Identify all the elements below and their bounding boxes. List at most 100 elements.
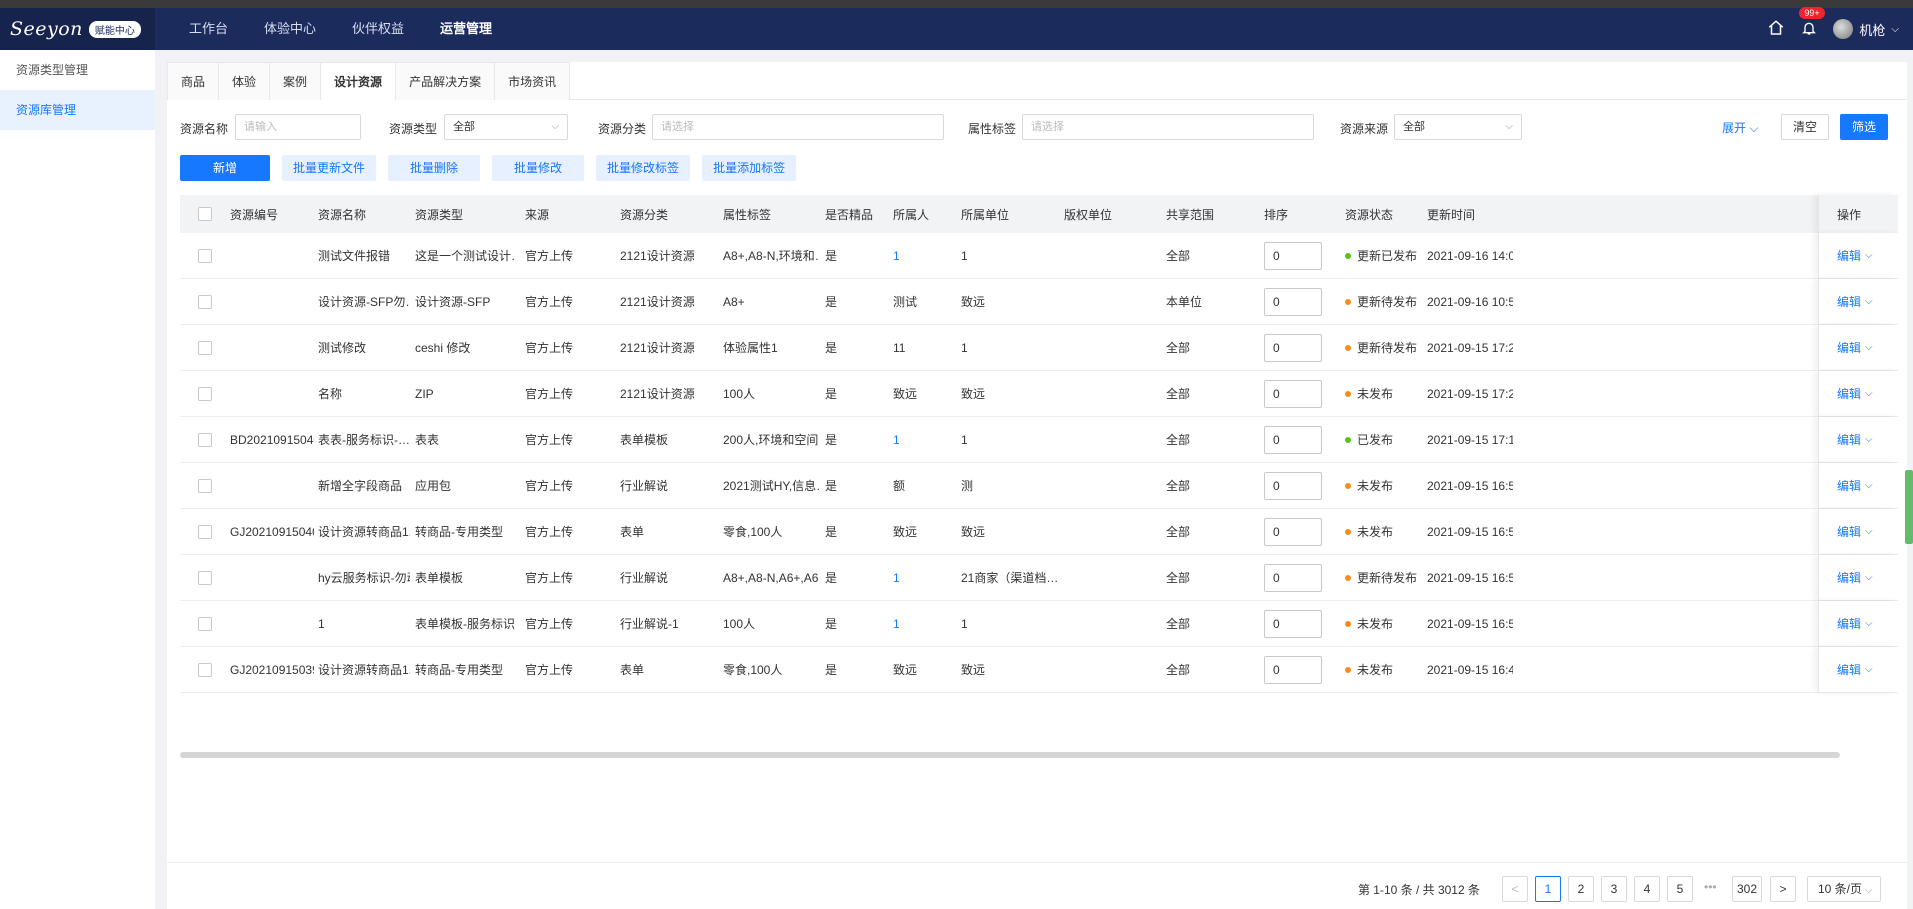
batch-delete-button[interactable]: 批量删除 bbox=[388, 155, 481, 181]
resource-source-select[interactable]: 全部 ⌵ bbox=[1394, 114, 1522, 140]
sidebar-item-resource-type[interactable]: 资源类型管理 bbox=[0, 50, 155, 90]
edit-action[interactable]: 编辑 ⌵ bbox=[1837, 555, 1873, 600]
batch-update-file-button[interactable]: 批量更新文件 bbox=[282, 155, 377, 181]
table-row[interactable]: 名称 ZIP 官方上传 2121设计资源 100人 是 致远 致远 全部 0 未发布 2021-09-… bbox=[180, 371, 1898, 417]
row-checkbox[interactable] bbox=[198, 248, 212, 263]
page-size-select[interactable]: 10 条/页 ⌵ bbox=[1807, 876, 1881, 902]
table-row[interactable]: 测试文件报错 这是一个测试设计… 官方上传 2121设计资源 A8+,A8-N,环境和…… bbox=[180, 233, 1898, 279]
user-menu[interactable]: 机枪 ⌵ bbox=[1833, 19, 1899, 39]
vertical-scrollbar[interactable] bbox=[1905, 470, 1913, 544]
chevron-down-icon[interactable]: ⌵ bbox=[1865, 480, 1873, 491]
table-row[interactable]: 测试修改 ceshi 修改 官方上传 2121设计资源 体验属性1 是 11 1 全部 0 更新待发… bbox=[180, 325, 1898, 371]
owner-link[interactable]: 1 bbox=[893, 617, 900, 631]
table-row[interactable]: 1 表单模板-服务标识 官方上传 行业解说-1 100人 是 1 1 全部 0 未发布 2021-09… bbox=[180, 601, 1898, 647]
tab-item[interactable]: 产品解决方案 bbox=[395, 62, 496, 100]
prev-page-button[interactable]: < bbox=[1502, 876, 1528, 902]
sort-input[interactable]: 0 bbox=[1264, 241, 1322, 270]
table-row[interactable]: GJ20210915040 设计资源转商品1.6 转商品-专用类型 官方上传 表单 零食,… bbox=[180, 509, 1898, 555]
logo[interactable]: Seeyon 赋能中心 bbox=[0, 8, 155, 50]
row-checkbox[interactable] bbox=[198, 340, 212, 355]
chevron-down-icon[interactable]: ⌵ bbox=[1865, 526, 1873, 537]
row-checkbox[interactable] bbox=[198, 294, 212, 309]
edit-link[interactable]: 编辑 bbox=[1837, 385, 1861, 402]
top-nav-item[interactable]: 运营管理 bbox=[422, 8, 510, 50]
row-checkbox[interactable] bbox=[198, 478, 212, 493]
edit-action[interactable]: 编辑 ⌵ bbox=[1837, 509, 1873, 554]
edit-link[interactable]: 编辑 bbox=[1837, 569, 1861, 586]
notification-bell[interactable]: 99+ bbox=[1799, 6, 1825, 40]
tab-item[interactable]: 市场资讯 bbox=[494, 62, 571, 100]
row-checkbox[interactable] bbox=[198, 386, 212, 401]
last-page-button[interactable]: 302 bbox=[1732, 876, 1762, 902]
chevron-down-icon[interactable]: ⌵ bbox=[1865, 388, 1873, 399]
sort-input[interactable]: 0 bbox=[1264, 287, 1322, 316]
sort-input[interactable]: 0 bbox=[1264, 517, 1322, 546]
edit-link[interactable]: 编辑 bbox=[1837, 293, 1861, 310]
chevron-down-icon[interactable]: ⌵ bbox=[1865, 250, 1873, 261]
tab-item[interactable]: 案例 bbox=[269, 62, 322, 100]
page-ellipsis[interactable]: ••• bbox=[1704, 880, 1717, 894]
sort-input[interactable]: 0 bbox=[1264, 655, 1322, 684]
table-row[interactable]: 新增全字段商品 应用包 官方上传 行业解说 2021测试HY,信息… 是 额 测 全部 0 未发布 2… bbox=[180, 463, 1898, 509]
page-button[interactable]: 1 bbox=[1535, 876, 1561, 902]
page-button[interactable]: 5 bbox=[1667, 876, 1693, 902]
owner-link[interactable]: 1 bbox=[893, 571, 900, 585]
sort-input[interactable]: 0 bbox=[1264, 379, 1322, 408]
attribute-tag-select[interactable]: 请选择 bbox=[1022, 114, 1314, 140]
resource-name-input[interactable]: 请输入 bbox=[235, 114, 361, 140]
edit-action[interactable]: 编辑 ⌵ bbox=[1837, 463, 1873, 508]
edit-action[interactable]: 编辑 ⌵ bbox=[1837, 279, 1873, 324]
page-button[interactable]: 4 bbox=[1634, 876, 1660, 902]
top-nav-item[interactable]: 体验中心 bbox=[246, 8, 334, 50]
edit-link[interactable]: 编辑 bbox=[1837, 661, 1861, 678]
page-button[interactable]: 3 bbox=[1601, 876, 1627, 902]
page-button[interactable]: 2 bbox=[1568, 876, 1594, 902]
edit-action[interactable]: 编辑 ⌵ bbox=[1837, 647, 1873, 692]
edit-link[interactable]: 编辑 bbox=[1837, 431, 1861, 448]
horizontal-scrollbar[interactable] bbox=[180, 752, 1840, 758]
chevron-down-icon[interactable]: ⌵ bbox=[1865, 342, 1873, 353]
sort-input[interactable]: 0 bbox=[1264, 425, 1322, 454]
edit-link[interactable]: 编辑 bbox=[1837, 339, 1861, 356]
table-row[interactable]: hy云服务标识-勿动表单模板 官方上传 行业解说 A8+,A8-N,A6+,A6… 是 1… bbox=[180, 555, 1898, 601]
sort-input[interactable]: 0 bbox=[1264, 563, 1322, 592]
select-all-checkbox[interactable] bbox=[198, 207, 212, 221]
row-checkbox[interactable] bbox=[198, 570, 212, 585]
tab-item[interactable]: 商品 bbox=[167, 62, 220, 100]
top-nav-item[interactable]: 工作台 bbox=[171, 8, 246, 50]
edit-action[interactable]: 编辑 ⌵ bbox=[1837, 417, 1873, 462]
owner-link[interactable]: 1 bbox=[893, 433, 900, 447]
row-checkbox[interactable] bbox=[198, 432, 212, 447]
edit-action[interactable]: 编辑 ⌵ bbox=[1837, 233, 1873, 278]
home-icon[interactable] bbox=[1767, 19, 1785, 40]
add-button[interactable]: 新增 bbox=[180, 155, 270, 181]
sidebar-item-resource-library[interactable]: 资源库管理 bbox=[0, 90, 155, 130]
table-row[interactable]: 设计资源-SFP勿… 设计资源-SFP 官方上传 2121设计资源 A8+ 是 测试 致远 本单… bbox=[180, 279, 1898, 325]
resource-type-select[interactable]: 全部 ⌵ bbox=[444, 114, 568, 140]
edit-action[interactable]: 编辑 ⌵ bbox=[1837, 601, 1873, 646]
row-checkbox[interactable] bbox=[198, 524, 212, 539]
table-row[interactable]: BD20210915040 表表-服务标识-… 表表 官方上传 表单模板 200人,环境和… bbox=[180, 417, 1898, 463]
row-checkbox[interactable] bbox=[198, 662, 212, 677]
chevron-down-icon[interactable]: ⌵ bbox=[1865, 664, 1873, 675]
filter-button[interactable]: 筛选 bbox=[1840, 114, 1888, 140]
batch-edit-tag-button[interactable]: 批量修改标签 bbox=[596, 155, 691, 181]
tab-item[interactable]: 设计资源 bbox=[320, 62, 397, 100]
batch-add-tag-button[interactable]: 批量添加标签 bbox=[702, 155, 797, 181]
edit-link[interactable]: 编辑 bbox=[1837, 523, 1861, 540]
edit-link[interactable]: 编辑 bbox=[1837, 247, 1861, 264]
chevron-down-icon[interactable]: ⌵ bbox=[1865, 296, 1873, 307]
resource-category-select[interactable]: 请选择 bbox=[652, 114, 944, 140]
expand-filters-link[interactable]: 展开 ⌵ bbox=[1722, 119, 1758, 136]
row-checkbox[interactable] bbox=[198, 616, 212, 631]
batch-edit-button[interactable]: 批量修改 bbox=[492, 155, 585, 181]
clear-button[interactable]: 清空 bbox=[1781, 114, 1829, 140]
sort-input[interactable]: 0 bbox=[1264, 333, 1322, 362]
owner-link[interactable]: 1 bbox=[893, 249, 900, 263]
edit-action[interactable]: 编辑 ⌵ bbox=[1837, 325, 1873, 370]
table-row[interactable]: GJ20210915039 设计资源转商品1.7 转商品-专用类型 官方上传 表单 零食,… bbox=[180, 647, 1898, 693]
chevron-down-icon[interactable]: ⌵ bbox=[1865, 572, 1873, 583]
edit-action[interactable]: 编辑 ⌵ bbox=[1837, 371, 1873, 416]
edit-link[interactable]: 编辑 bbox=[1837, 477, 1861, 494]
chevron-down-icon[interactable]: ⌵ bbox=[1865, 618, 1873, 629]
